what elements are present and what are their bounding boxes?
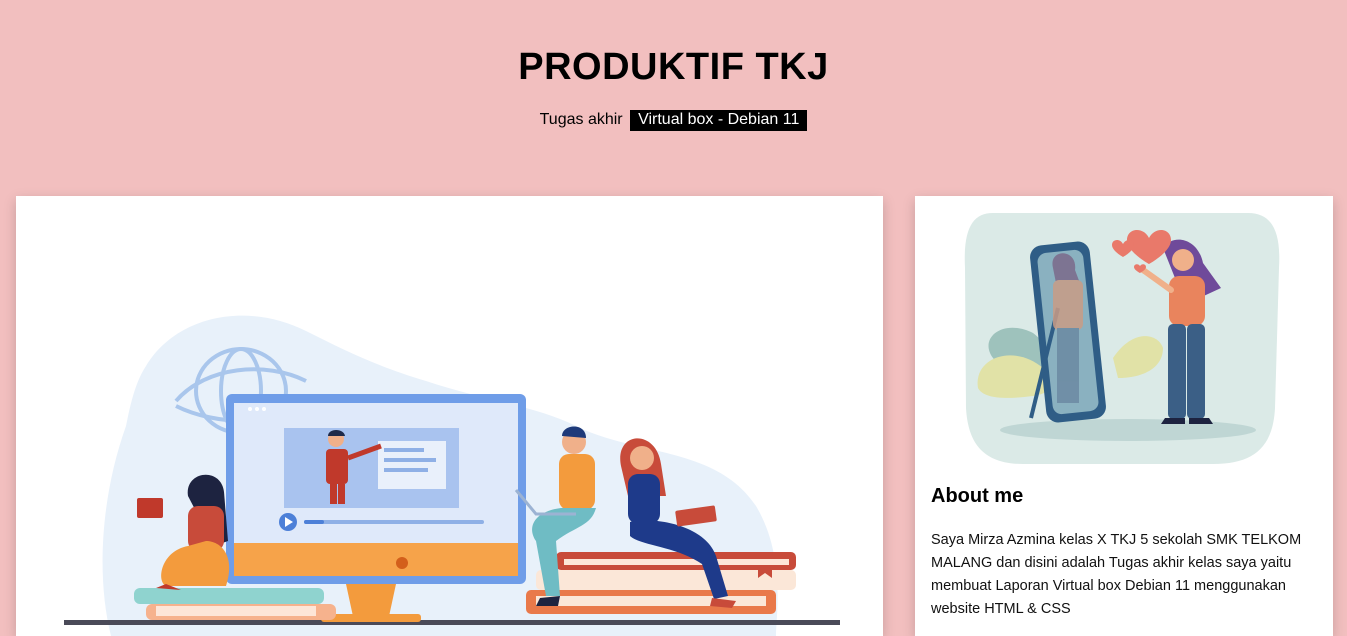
side-card: About me Saya Mirza Azmina kelas X TKJ 5… xyxy=(915,196,1333,636)
right-books xyxy=(526,552,796,614)
about-text: Saya Mirza Azmina kelas X TKJ 5 sekolah … xyxy=(931,532,1302,617)
online-learning-illustration xyxy=(64,315,840,636)
subtitle: Tugas akhir Virtual box - Debian 11 xyxy=(0,110,1347,131)
about-title: About me xyxy=(931,485,1024,507)
main-card xyxy=(16,196,883,636)
floor-line xyxy=(64,620,840,625)
site-title: PRODUKTIF TKJ xyxy=(518,46,829,88)
mirror-selflove-illustration xyxy=(964,213,1280,464)
left-books xyxy=(134,588,336,620)
subtitle-text: Tugas akhir xyxy=(539,111,623,128)
subtitle-badge: Virtual box - Debian 11 xyxy=(630,110,808,131)
ground-shadow xyxy=(1000,419,1256,441)
